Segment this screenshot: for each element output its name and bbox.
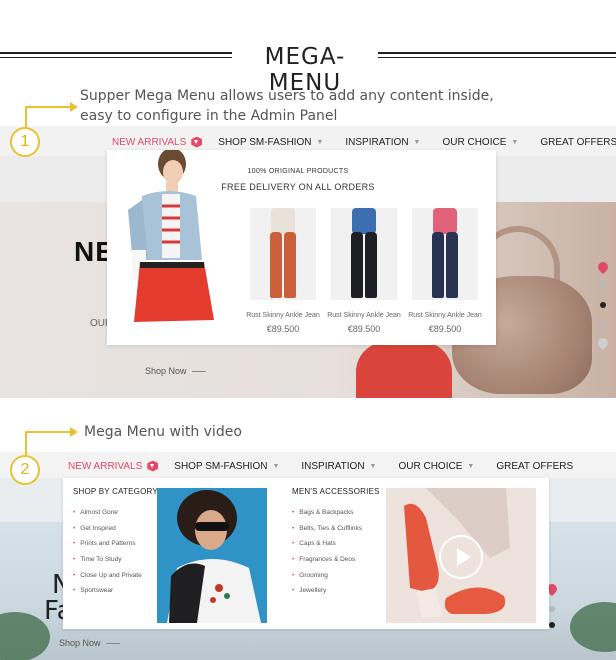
product-leg: [284, 232, 296, 298]
product-leg: [365, 232, 377, 298]
product-card[interactable]: Rust Skinny Ankle Jean €89.500: [404, 208, 486, 334]
category-link[interactable]: Close Up and Private: [73, 571, 141, 587]
column-heading-mens-accessories: MEN'S ACCESSORIES: [292, 487, 380, 496]
callout-arrow-icon: [70, 102, 78, 112]
product-image: [412, 208, 478, 300]
new-badge-icon: [191, 136, 203, 148]
slider-dot[interactable]: [549, 606, 555, 612]
category-link[interactable]: Grooming: [292, 571, 362, 587]
product-top: [352, 208, 376, 234]
product-top: [433, 208, 457, 234]
callout-connector: [25, 106, 71, 128]
nav-item-inspiration[interactable]: INSPIRATION ▼: [301, 461, 376, 472]
category-link[interactable]: Bags & Backpacks: [292, 508, 362, 524]
category-link[interactable]: Caps & Hats: [292, 539, 362, 555]
slider-dot[interactable]: [600, 282, 606, 288]
step-number-1: 1: [10, 127, 40, 157]
category-link[interactable]: Time To Study: [73, 555, 142, 571]
product-price: €89.500: [266, 324, 300, 334]
promo-free-delivery: FREE DELIVERY ON ALL ORDERS: [221, 182, 375, 192]
product-leg: [270, 232, 282, 298]
nav-item-our-choice[interactable]: OUR CHOICE ▼: [442, 137, 518, 148]
step-number-2: 2: [10, 455, 40, 485]
title-rule-right: [378, 52, 616, 58]
category-link[interactable]: Fragrances & Deos: [292, 555, 362, 571]
slider-dot-active[interactable]: [600, 302, 606, 308]
product-leg: [446, 232, 458, 298]
nav-item-new-arrivals[interactable]: NEW ARRIVALS: [112, 136, 203, 148]
chevron-down-icon: ▼: [511, 138, 519, 146]
nav-label: SHOP SM-FASHION: [218, 136, 312, 148]
product-card[interactable]: Rust Skinny Ankle Jean €89.500: [323, 208, 405, 334]
callout-connector: [25, 431, 71, 455]
product-top: [271, 208, 295, 234]
category-link[interactable]: Sportswear: [73, 586, 142, 602]
model-photo: [128, 150, 214, 322]
nav-item-great-offers[interactable]: GREAT OFFERS: [540, 137, 616, 148]
nav-item-our-choice[interactable]: OUR CHOICE ▼: [398, 461, 474, 472]
promo-original-products: 100% ORIGINAL PRODUCTS: [247, 168, 349, 175]
chevron-down-icon: ▼: [413, 138, 421, 146]
arrow-right-icon: [191, 371, 206, 373]
new-badge-icon: [147, 460, 159, 472]
category-link[interactable]: Jewellery: [292, 586, 362, 602]
category-link[interactable]: Get Inspired: [73, 524, 142, 540]
shop-now-label: Shop Now: [59, 638, 101, 648]
play-button-icon[interactable]: [439, 535, 483, 579]
nav-label: NEW ARRIVALS: [112, 136, 187, 148]
callout-arrow-icon: [70, 427, 78, 437]
product-card[interactable]: Rust Skinny Ankle Jean €89.500: [242, 208, 324, 334]
chevron-down-icon: ▼: [467, 462, 475, 470]
title-rule-left: [0, 52, 232, 58]
product-leg: [432, 232, 444, 298]
model-image: [356, 342, 452, 398]
nav-item-shop-sm-fashion[interactable]: SHOP SM-FASHION ▼: [218, 137, 323, 148]
nav-label: SHOP SM-FASHION: [174, 460, 268, 472]
callout-line-1: Supper Mega Menu allows users to add any…: [80, 88, 494, 104]
product-image: [331, 208, 397, 300]
chevron-down-icon: ▼: [369, 462, 377, 470]
shop-now-link[interactable]: Shop Now: [145, 366, 206, 376]
nav-label: GREAT OFFERS: [496, 460, 574, 472]
shop-now-label: Shop Now: [145, 366, 187, 376]
product-price: €89.500: [428, 324, 462, 334]
arrow-right-icon: [105, 643, 120, 645]
product-name: Rust Skinny Ankle Jean: [408, 312, 482, 319]
category-link[interactable]: Belts, Ties & Cufflinks: [292, 524, 362, 540]
product-image: [250, 208, 316, 300]
slider-dot-active[interactable]: [549, 622, 555, 628]
product-name: Rust Skinny Ankle Jean: [327, 312, 401, 319]
category-link[interactable]: Prints and Patterns: [73, 539, 142, 555]
main-nav-2: NEW ARRIVALS SHOP SM-FASHION ▼ INSPIRATIO…: [68, 458, 595, 474]
nav-item-new-arrivals[interactable]: NEW ARRIVALS: [68, 460, 159, 472]
nav-label: INSPIRATION: [301, 460, 365, 472]
nav-item-great-offers[interactable]: GREAT OFFERS: [496, 461, 573, 472]
product-leg: [351, 232, 363, 298]
callout-text-1: Supper Mega Menu allows users to add any…: [80, 86, 494, 126]
product-name: Rust Skinny Ankle Jean: [246, 312, 320, 319]
callout-text-2: Mega Menu with video: [84, 424, 242, 440]
accessories-list: Bags & Backpacks Belts, Ties & Cufflinks…: [292, 508, 362, 602]
nav-item-shop-sm-fashion[interactable]: SHOP SM-FASHION ▼: [174, 461, 279, 472]
product-price: €89.500: [347, 324, 381, 334]
category-list: Almost Gone Get Inspired Prints and Patt…: [73, 508, 142, 602]
nav-label: GREAT OFFERS: [540, 136, 616, 148]
chevron-down-icon: ▼: [316, 138, 324, 146]
shop-now-link[interactable]: Shop Now: [59, 638, 120, 648]
nav-item-inspiration[interactable]: INSPIRATION ▼: [345, 137, 420, 148]
main-nav-1: NEW ARRIVALS SHOP SM-FASHION ▼ INSPIRATIO…: [112, 134, 616, 150]
model-photo: [157, 488, 267, 623]
category-link[interactable]: Almost Gone: [73, 508, 142, 524]
slider-dot[interactable]: [600, 322, 606, 328]
nav-label: OUR CHOICE: [398, 460, 463, 472]
nav-label: OUR CHOICE: [442, 136, 507, 148]
column-heading-shop-by-category: SHOP BY CATEGORY: [73, 487, 158, 496]
callout-line-2: easy to configure in the Admin Panel: [80, 108, 338, 124]
nav-label: NEW ARRIVALS: [68, 460, 143, 472]
chevron-down-icon: ▼: [272, 462, 280, 470]
nav-label: INSPIRATION: [345, 136, 409, 148]
